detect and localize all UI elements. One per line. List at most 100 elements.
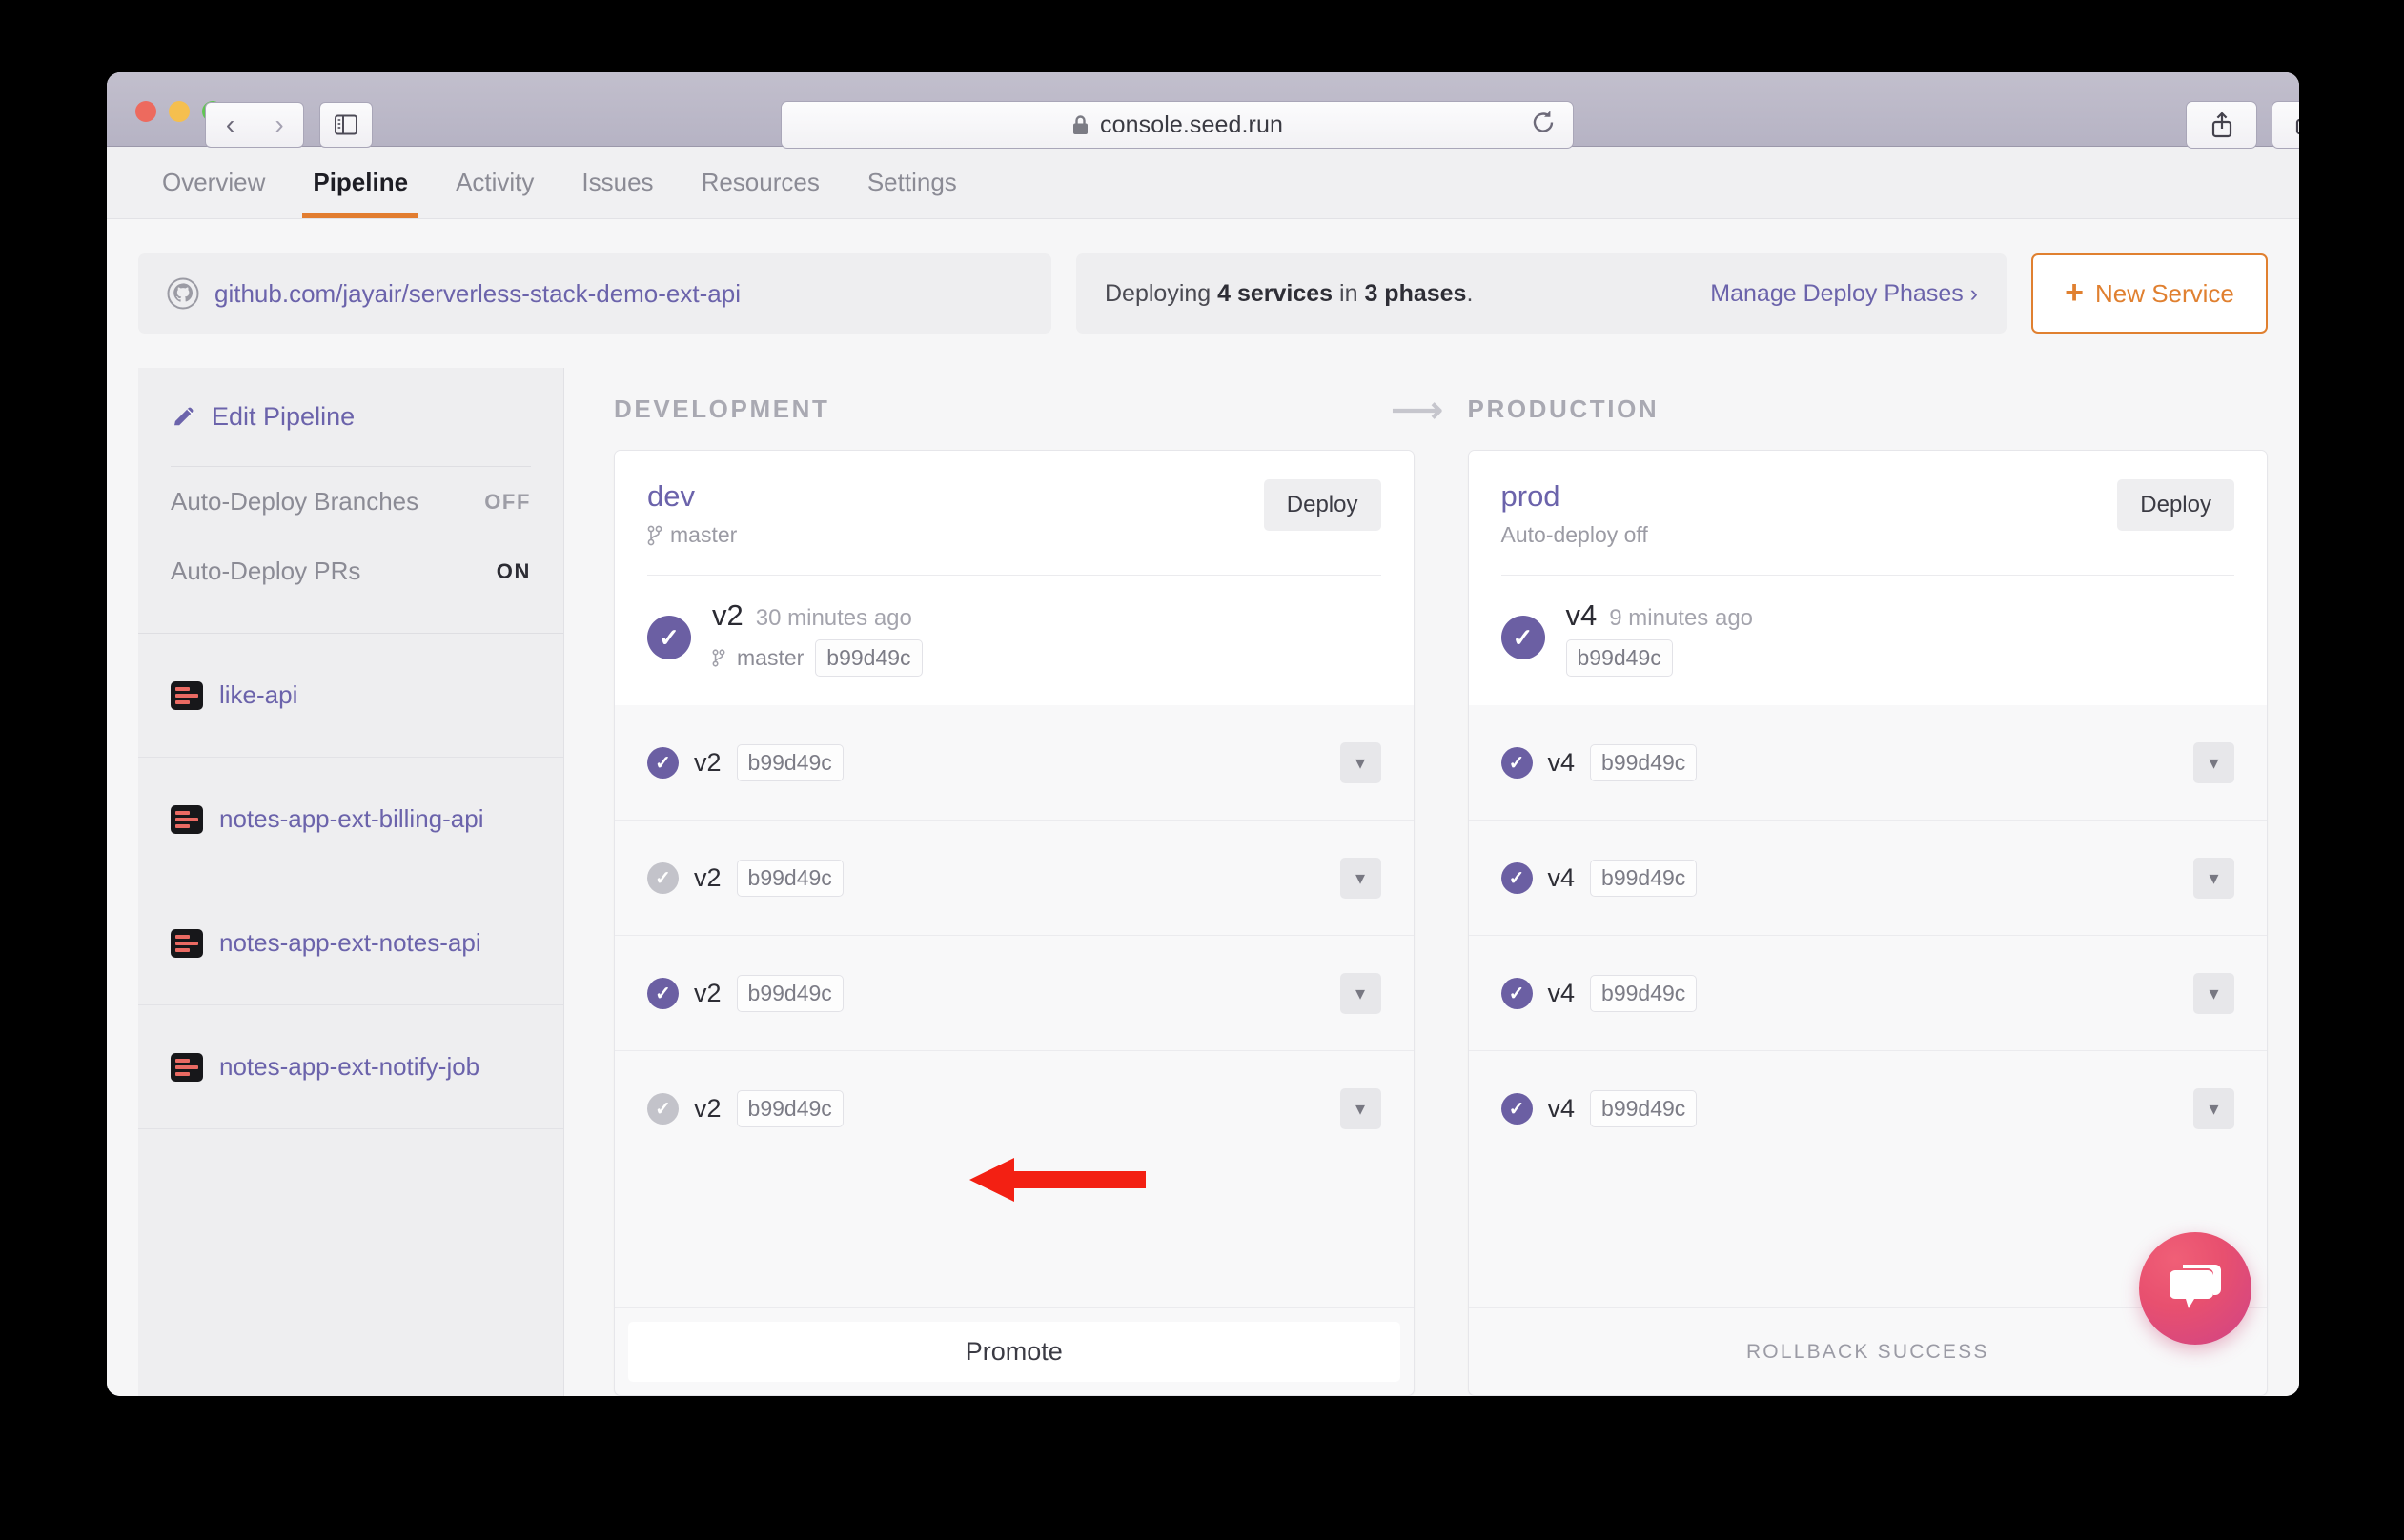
row-version: v2	[694, 747, 722, 777]
stage-name[interactable]: prod	[1501, 479, 1648, 514]
url-text: console.seed.run	[1099, 111, 1283, 138]
git-branch-icon	[712, 649, 725, 667]
stage-heading-label: PRODUCTION	[1467, 394, 1660, 423]
share-button[interactable]	[2186, 101, 2257, 149]
deploy-middle: in	[1333, 279, 1365, 307]
build-commit-hash[interactable]: b99d49c	[815, 639, 923, 677]
tab-label: Overview	[162, 168, 266, 196]
edit-pipeline-label: Edit Pipeline	[212, 402, 356, 431]
row-commit-hash[interactable]: b99d49c	[1590, 1090, 1698, 1127]
row-commit-hash[interactable]: b99d49c	[736, 859, 844, 897]
sidebar-toggle-button[interactable]	[319, 102, 373, 148]
build-version: v4	[1565, 598, 1598, 632]
row-version: v2	[694, 1094, 722, 1123]
tab-activity[interactable]: Activity	[432, 147, 558, 218]
status-check-icon: ✓	[1500, 977, 1533, 1009]
chevron-down-icon[interactable]: ▾	[2193, 741, 2234, 783]
stage-card-dev: dev master Deploy ✓ v2 30 minutes ago ma…	[614, 450, 1415, 1396]
row-version: v4	[1547, 1094, 1576, 1123]
row-version: v4	[1547, 862, 1576, 892]
stage-card-header: dev master Deploy	[615, 451, 1414, 576]
stage-heading: PRODUCTION	[1468, 368, 2269, 450]
row-commit-hash[interactable]: b99d49c	[1590, 974, 1698, 1012]
chevron-down-icon[interactable]: ▾	[2193, 972, 2234, 1014]
banner-row: github.com/jayair/serverless-stack-demo-…	[107, 219, 2299, 334]
row-commit-hash[interactable]: b99d49c	[1590, 859, 1698, 897]
stage-card-header: prod Auto-deploy off Deploy	[1468, 451, 2267, 576]
table-row[interactable]: ✓ v4 b99d49c ▾	[1468, 705, 2267, 821]
reload-icon	[1533, 111, 1554, 132]
service-label: like-api	[219, 680, 298, 709]
setting-value: ON	[496, 558, 531, 583]
stage-card-footer-dev: Promote	[615, 1307, 1414, 1395]
chat-launcher-button[interactable]	[2139, 1232, 2251, 1345]
sidebar-service-like-api[interactable]: like-api	[138, 634, 563, 758]
service-rows-dev: ✓ v2 b99d49c ▾ ✓ v2 b99d49c ▾ ✓ v2 b99d4…	[615, 705, 1414, 1307]
promote-button[interactable]: Promote	[628, 1322, 1400, 1382]
chevron-down-icon[interactable]: ▾	[2193, 1088, 2234, 1129]
page-content: github.com/jayair/serverless-stack-demo-…	[107, 219, 2299, 1396]
stage-name[interactable]: dev	[647, 479, 737, 514]
status-check-icon: ✓	[1500, 861, 1533, 894]
setting-auto-deploy-prs[interactable]: Auto-Deploy PRs ON	[138, 537, 563, 606]
stage-heading: DEVELOPMENT ⟶	[614, 368, 1443, 450]
manage-deploy-phases-link[interactable]: Manage Deploy Phases ›	[1710, 280, 1978, 308]
deploy-summary-text: Deploying 4 services in 3 phases.	[1105, 280, 1473, 308]
deploy-suffix: .	[1466, 279, 1474, 307]
row-commit-hash[interactable]: b99d49c	[736, 1090, 844, 1127]
status-check-icon: ✓	[647, 977, 679, 1009]
chevron-down-icon[interactable]: ▾	[1339, 857, 1381, 899]
status-check-icon: ✓	[1500, 1093, 1533, 1125]
sidebar-service-notes-app-ext-notes-api[interactable]: notes-app-ext-notes-api	[138, 881, 563, 1005]
tab-overview[interactable]: Overview	[138, 147, 289, 218]
deploy-button-dev[interactable]: Deploy	[1263, 479, 1381, 531]
table-row[interactable]: ✓ v4 b99d49c ▾	[1468, 821, 2267, 936]
row-commit-hash[interactable]: b99d49c	[1590, 743, 1698, 781]
chevron-down-icon[interactable]: ▾	[1339, 1088, 1381, 1129]
chat-bubble-icon	[2170, 1265, 2221, 1308]
share-icon	[2211, 111, 2231, 138]
table-row[interactable]: ✓ v2 b99d49c ▾	[615, 821, 1414, 936]
lock-icon	[1072, 114, 1088, 134]
setting-auto-deploy-branches[interactable]: Auto-Deploy Branches OFF	[138, 467, 563, 537]
stage-subtitle-label: master	[670, 522, 738, 547]
table-row[interactable]: ✓ v4 b99d49c ▾	[1469, 1051, 2268, 1166]
sidebar-service-notes-app-ext-billing-api[interactable]: notes-app-ext-billing-api	[138, 758, 563, 881]
latest-build-dev: ✓ v2 30 minutes ago master b99d49c	[615, 576, 1414, 705]
back-button[interactable]: ‹	[205, 102, 255, 148]
chevron-down-icon[interactable]: ▾	[2193, 857, 2234, 899]
reload-button[interactable]	[1529, 109, 1558, 142]
minimize-window-button[interactable]	[169, 101, 190, 122]
git-branch-icon	[647, 525, 662, 545]
tab-resources[interactable]: Resources	[678, 147, 844, 218]
sidebar-service-notes-app-ext-notify-job[interactable]: notes-app-ext-notify-job	[138, 1005, 563, 1129]
chevron-right-icon: ›	[275, 110, 284, 139]
chevron-down-icon[interactable]: ▾	[1339, 741, 1381, 783]
tab-label: Resources	[701, 168, 820, 196]
show-all-tabs-button[interactable]	[2272, 101, 2299, 149]
stage-subtitle-label: Auto-deploy off	[1500, 522, 1648, 547]
table-row[interactable]: ✓ v4 b99d49c ▾	[1468, 936, 2267, 1051]
deploy-button-prod[interactable]: Deploy	[2117, 479, 2234, 531]
table-row[interactable]: ✓ v2 b99d49c ▾	[615, 936, 1414, 1051]
tab-issues[interactable]: Issues	[558, 147, 677, 218]
deploy-services-count: 4 services	[1217, 279, 1334, 307]
table-row[interactable]: ✓ v2 b99d49c ▾	[615, 1051, 1414, 1166]
new-service-button[interactable]: + New Service	[2031, 253, 2268, 334]
row-commit-hash[interactable]: b99d49c	[736, 743, 844, 781]
stage-subtitle: Auto-deploy off	[1501, 522, 1648, 548]
close-window-button[interactable]	[135, 101, 156, 122]
tab-pipeline[interactable]: Pipeline	[289, 147, 432, 218]
service-icon	[171, 1052, 203, 1082]
row-commit-hash[interactable]: b99d49c	[736, 974, 844, 1012]
address-bar[interactable]: console.seed.run	[781, 101, 1574, 149]
forward-button[interactable]: ›	[255, 102, 304, 148]
build-branch: master	[737, 645, 805, 670]
tab-settings[interactable]: Settings	[844, 147, 981, 218]
service-label: notes-app-ext-notify-job	[219, 1052, 480, 1081]
edit-pipeline-link[interactable]: Edit Pipeline	[138, 368, 563, 432]
build-commit-hash[interactable]: b99d49c	[1565, 639, 1673, 677]
chevron-down-icon[interactable]: ▾	[1339, 972, 1381, 1014]
repo-banner[interactable]: github.com/jayair/serverless-stack-demo-…	[138, 253, 1051, 334]
table-row[interactable]: ✓ v2 b99d49c ▾	[615, 705, 1414, 821]
